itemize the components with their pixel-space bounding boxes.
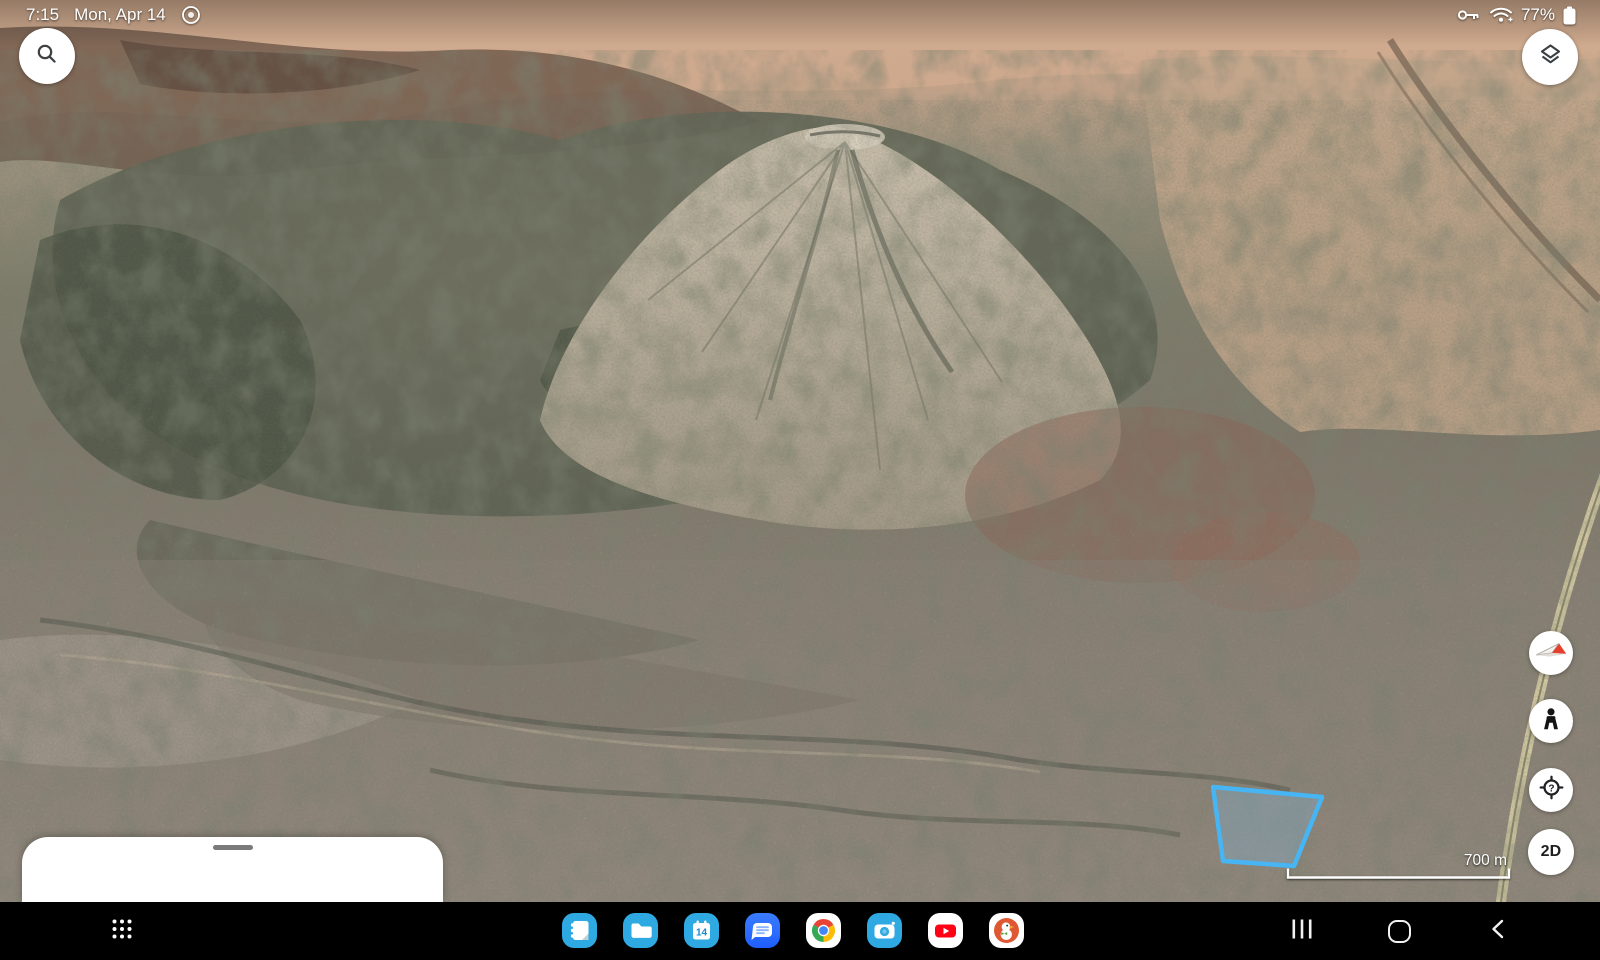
calendar-icon: 14 <box>684 913 719 948</box>
bottom-sheet[interactable] <box>22 837 443 902</box>
compass-icon <box>1533 633 1569 674</box>
2d-toggle-button[interactable]: 2D <box>1528 829 1574 875</box>
recents-icon <box>1291 918 1313 945</box>
app-drawer-button[interactable] <box>106 915 138 947</box>
status-date: Mon, Apr 14 <box>74 5 166 25</box>
status-time: 7:15 <box>26 5 59 25</box>
chrome-icon <box>806 913 841 948</box>
search-button[interactable] <box>19 28 75 84</box>
status-bar: 7:15 Mon, Apr 14 <box>0 0 1600 30</box>
dock-apps: 14 <box>562 913 1024 948</box>
battery-percent: 77% <box>1521 5 1555 25</box>
app-samsung-notes[interactable] <box>562 913 597 948</box>
my-location-icon: ? <box>1538 774 1565 806</box>
pegman-icon <box>1538 706 1564 737</box>
search-icon <box>34 41 60 72</box>
app-chrome[interactable] <box>806 913 841 948</box>
app-grid-icon <box>110 917 134 946</box>
app-camera[interactable] <box>867 913 902 948</box>
app-my-files[interactable] <box>623 913 658 948</box>
youtube-icon <box>928 913 963 948</box>
messages-icon <box>745 913 780 948</box>
compass-button[interactable] <box>1529 631 1573 675</box>
duckduckgo-icon <box>989 913 1024 948</box>
my-location-button[interactable]: ? <box>1529 768 1573 812</box>
app-youtube[interactable] <box>928 913 963 948</box>
svg-text:?: ? <box>1548 783 1554 794</box>
home-icon <box>1388 920 1411 943</box>
satellite-terrain[interactable] <box>0 0 1600 960</box>
layers-icon <box>1537 41 1564 73</box>
notification-circle-icon <box>181 5 201 25</box>
camera-icon <box>867 913 902 948</box>
drag-handle[interactable] <box>213 845 253 850</box>
app-duckduckgo[interactable] <box>989 913 1024 948</box>
vpn-key-icon <box>1457 7 1481 23</box>
nav-recents-button[interactable] <box>1278 902 1326 960</box>
battery-icon <box>1563 6 1576 25</box>
2d-toggle-label: 2D <box>1541 843 1562 861</box>
scale-bar-label: 700 m <box>1464 852 1507 870</box>
street-view-button[interactable] <box>1529 699 1573 743</box>
nav-home-button[interactable] <box>1375 902 1423 960</box>
app-calendar[interactable]: 14 <box>684 913 719 948</box>
app-messages[interactable] <box>745 913 780 948</box>
nav-back-button[interactable] <box>1474 902 1522 960</box>
samsung-notes-icon <box>562 913 597 948</box>
google-earth-screen: 700 m 7:15 Mon, Apr 14 <box>0 0 1600 960</box>
back-icon <box>1488 917 1508 946</box>
wifi-icon <box>1489 6 1513 24</box>
svg-text:14: 14 <box>696 928 708 939</box>
layers-button[interactable] <box>1522 29 1578 85</box>
my-files-icon <box>623 913 658 948</box>
taskbar: 14 <box>0 902 1600 960</box>
